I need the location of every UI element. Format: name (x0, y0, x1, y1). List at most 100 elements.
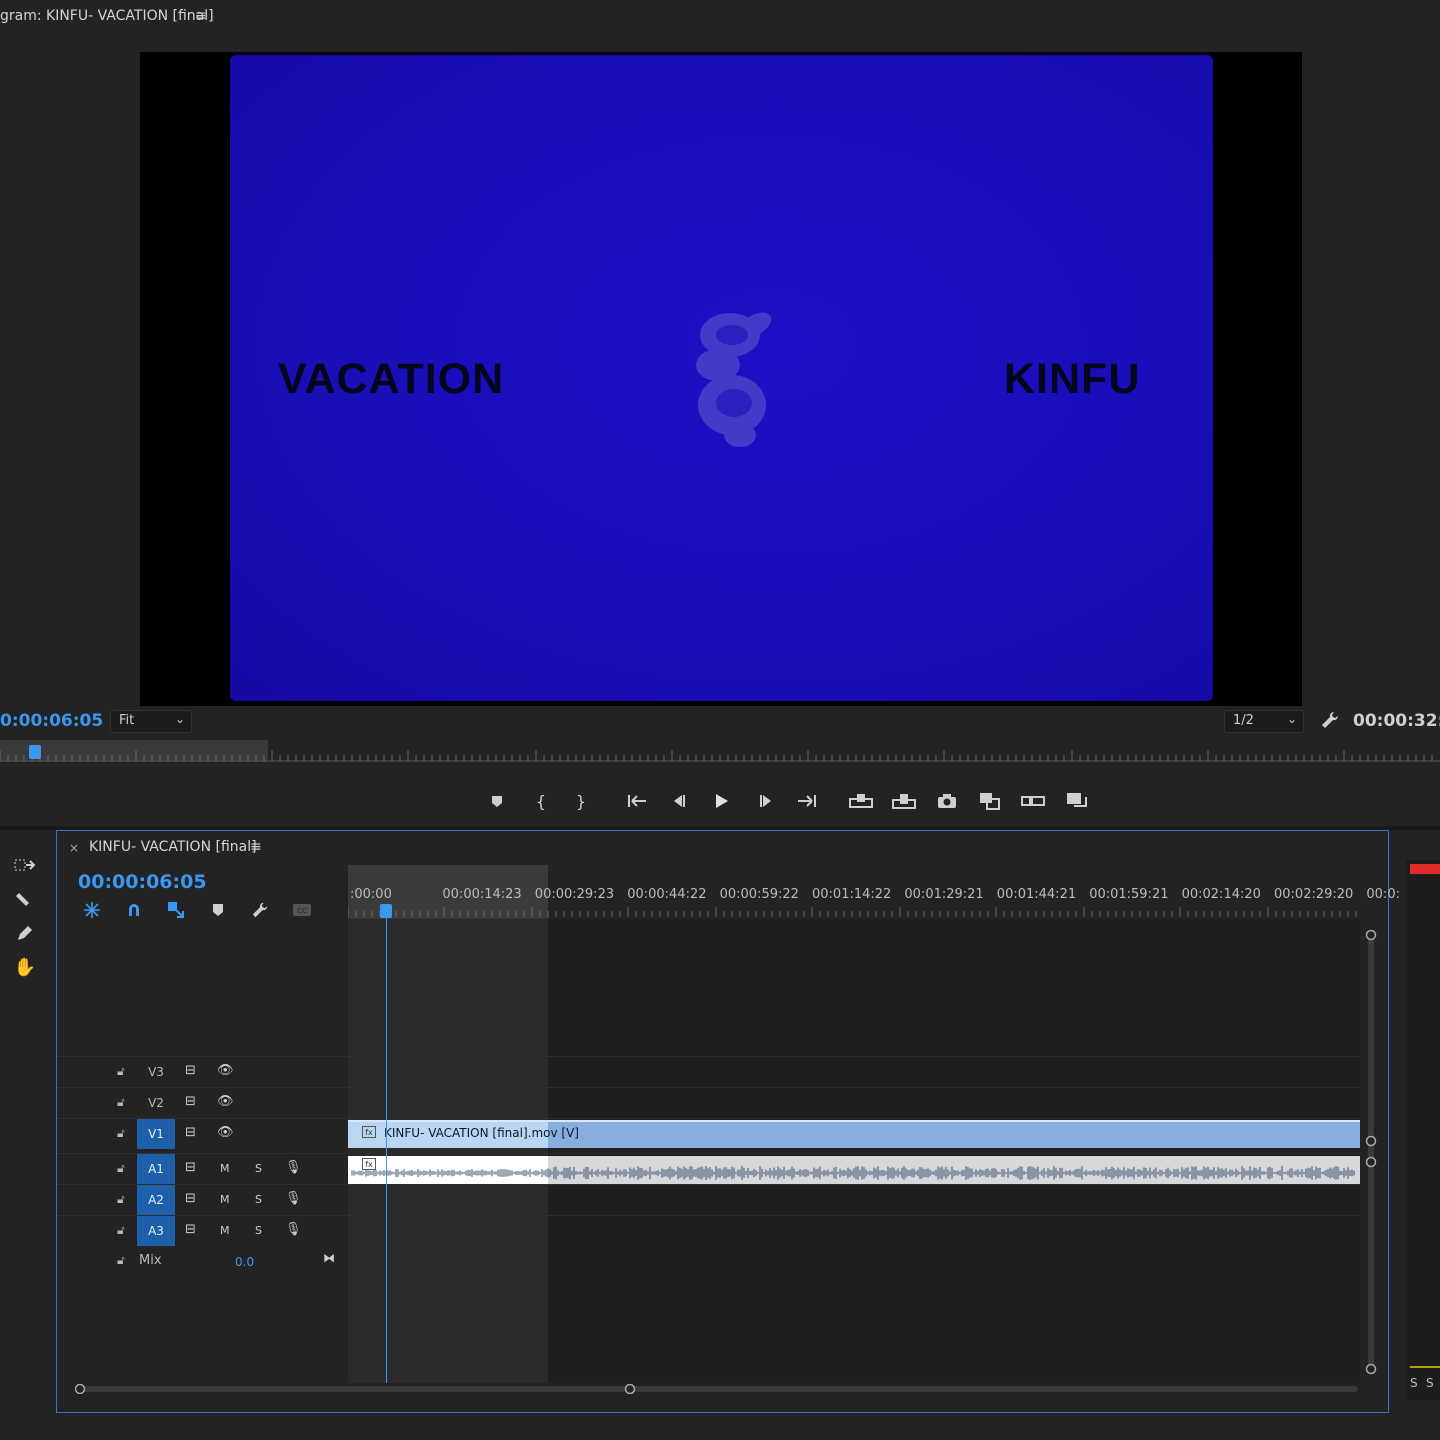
voiceover-record-mic-icon[interactable]: 🎙︎ (285, 1160, 302, 1175)
toggle-output-eye-icon[interactable]: 👁︎ (217, 1125, 234, 1140)
mix-lock-icon[interactable]: 🔓︎ (117, 1253, 125, 1268)
resolution-value: 1/2 (1233, 713, 1254, 728)
track-lock-icon[interactable]: 🔓︎ (117, 1126, 125, 1141)
go-to-end-icon[interactable]: ⧓ (323, 1251, 335, 1265)
ruler-tick-label: 00:0: (1366, 887, 1400, 902)
track-target-v2[interactable]: V2 (137, 1088, 175, 1118)
solo-button[interactable]: S (255, 1224, 262, 1237)
overwrite-icon[interactable] (889, 786, 919, 816)
timeline-ruler[interactable]: :00:00 00:00:14:23 00:00:29:23 00:00:44:22 0… (348, 865, 1400, 919)
track-lane-a2[interactable] (348, 1184, 1360, 1214)
insert-icon[interactable] (846, 786, 876, 816)
go-to-in-icon[interactable] (622, 786, 652, 816)
solo-button[interactable]: S (255, 1193, 262, 1206)
track-select-tool-icon[interactable] (10, 850, 40, 880)
sync-lock-icon[interactable]: ⊟ (185, 1094, 196, 1109)
play-icon[interactable] (706, 786, 736, 816)
chevron-down-icon: ⌄ (174, 712, 185, 726)
program-monitor-panel: gram: KINFU- VACATION [final] ≡ VACATION… (0, 0, 1440, 828)
timeline-timecode[interactable]: 00:00:06:05 (78, 871, 207, 893)
frame-text-vacation: VACATION (278, 355, 505, 403)
program-panel-menu-icon[interactable]: ≡ (195, 8, 207, 24)
track-lane-a3[interactable] (348, 1215, 1360, 1245)
track-target-a1[interactable]: A1 (137, 1154, 175, 1184)
track-lane-v3[interactable] (348, 1056, 1360, 1086)
timeline-panel-menu-icon[interactable]: ≡ (250, 839, 262, 855)
sync-lock-icon[interactable]: ⊟ (185, 1160, 196, 1175)
linked-selection-icon[interactable] (165, 899, 187, 921)
sequence-tab-title[interactable]: KINFU- VACATION [final] (89, 839, 257, 855)
marker-icon[interactable] (482, 786, 512, 816)
track-header-a3[interactable]: 🔓︎ A3 ⊟ M S 🎙︎ (57, 1215, 347, 1246)
track-header-v1[interactable]: 🔓︎ V1 ⊟ 👁︎ (57, 1118, 347, 1149)
track-target-a3[interactable]: A3 (137, 1216, 175, 1246)
sync-lock-icon[interactable]: ⊟ (185, 1191, 196, 1206)
mute-button[interactable]: M (220, 1224, 230, 1237)
vertical-scrollbar[interactable] (1365, 929, 1377, 1375)
transport-controls: { } (470, 786, 1110, 816)
track-lock-icon[interactable]: 🔓︎ (117, 1161, 125, 1176)
zoom-level-select[interactable]: Fit ⌄ (110, 710, 192, 733)
go-to-out-icon[interactable] (792, 786, 822, 816)
program-time-ruler[interactable] (0, 740, 1440, 764)
video-frame: VACATION KINFU (230, 55, 1213, 701)
voiceover-record-mic-icon[interactable]: 🎙︎ (285, 1191, 302, 1206)
program-viewer[interactable]: VACATION KINFU (140, 52, 1302, 706)
video-clip[interactable]: fx KINFU- VACATION [final].mov [V] (348, 1120, 1360, 1148)
mark-out-icon[interactable]: } (566, 786, 596, 816)
toggle-output-eye-icon[interactable]: 👁︎ (217, 1094, 234, 1109)
playhead-timecode[interactable]: 0:00:06:05 (0, 711, 103, 731)
voiceover-record-mic-icon[interactable]: 🎙︎ (285, 1222, 302, 1237)
snap-magnet-icon[interactable] (123, 899, 145, 921)
track-header-a2[interactable]: 🔓︎ A2 ⊟ M S 🎙︎ (57, 1184, 347, 1215)
frame-text-kinfu: KINFU (1004, 355, 1141, 403)
audio-clip[interactable]: fx (348, 1156, 1360, 1184)
track-lock-icon[interactable]: 🔓︎ (117, 1192, 125, 1207)
track-header-a1[interactable]: 🔓︎ A1 ⊟ M S 🎙︎ (57, 1153, 347, 1184)
track-target-v1[interactable]: V1 (137, 1119, 175, 1149)
track-lock-icon[interactable]: 🔓︎ (117, 1095, 125, 1110)
nest-toggle-icon[interactable] (81, 899, 103, 921)
track-header-v3[interactable]: 🔓︎ V3 ⊟ 👁︎ (57, 1056, 347, 1086)
program-monitor-title[interactable]: gram: KINFU- VACATION [final] (0, 8, 214, 24)
hand-tool-icon[interactable]: ✋ (10, 952, 40, 982)
settings-wrench-icon[interactable] (1320, 710, 1340, 730)
close-icon[interactable]: × (69, 841, 79, 855)
horizontal-zoom-scrollbar[interactable] (75, 1384, 1360, 1394)
mark-in-icon[interactable]: { (526, 786, 556, 816)
comparison-view-icon[interactable] (975, 786, 1005, 816)
clip-peak-indicator[interactable] (1410, 864, 1440, 874)
timeline-playhead[interactable] (380, 904, 392, 918)
track-header-v2[interactable]: 🔓︎ V2 ⊟ 👁︎ (57, 1087, 347, 1117)
track-lock-icon[interactable]: 🔓︎ (117, 1223, 125, 1238)
captions-icon[interactable]: CC (291, 899, 313, 921)
track-target-a2[interactable]: A2 (137, 1185, 175, 1215)
add-marker-icon[interactable] (207, 899, 229, 921)
program-playhead[interactable] (28, 745, 41, 759)
timeline-settings-wrench-icon[interactable] (249, 899, 271, 921)
solo-right-button[interactable]: S (1426, 1376, 1434, 1390)
solo-button[interactable]: S (255, 1162, 262, 1175)
multicam-icon[interactable] (1018, 786, 1048, 816)
step-back-icon[interactable] (664, 786, 694, 816)
fx-badge: fx (362, 1126, 376, 1138)
sync-lock-icon[interactable]: ⊟ (185, 1125, 196, 1140)
toggle-output-eye-icon[interactable]: 👁︎ (217, 1063, 234, 1078)
sync-lock-icon[interactable]: ⊟ (185, 1063, 196, 1078)
mute-button[interactable]: M (220, 1193, 230, 1206)
solo-left-button[interactable]: S (1410, 1376, 1418, 1390)
track-target-v3[interactable]: V3 (137, 1057, 175, 1087)
mix-track-label: Mix (139, 1253, 162, 1268)
export-frame-icon[interactable] (932, 786, 962, 816)
mix-volume-value[interactable]: 0.0 (235, 1255, 254, 1269)
track-lock-icon[interactable]: 🔓︎ (117, 1064, 125, 1079)
sunflower-graphic (696, 312, 772, 447)
playback-resolution-select[interactable]: 1/2 ⌄ (1224, 710, 1304, 733)
mute-button[interactable]: M (220, 1162, 230, 1175)
step-forward-icon[interactable] (751, 786, 781, 816)
toggle-proxies-icon[interactable] (1062, 786, 1092, 816)
razor-tool-icon[interactable] (10, 884, 40, 914)
track-lane-v2[interactable] (348, 1087, 1360, 1117)
sync-lock-icon[interactable]: ⊟ (185, 1222, 196, 1237)
pen-tool-icon[interactable] (10, 918, 40, 948)
